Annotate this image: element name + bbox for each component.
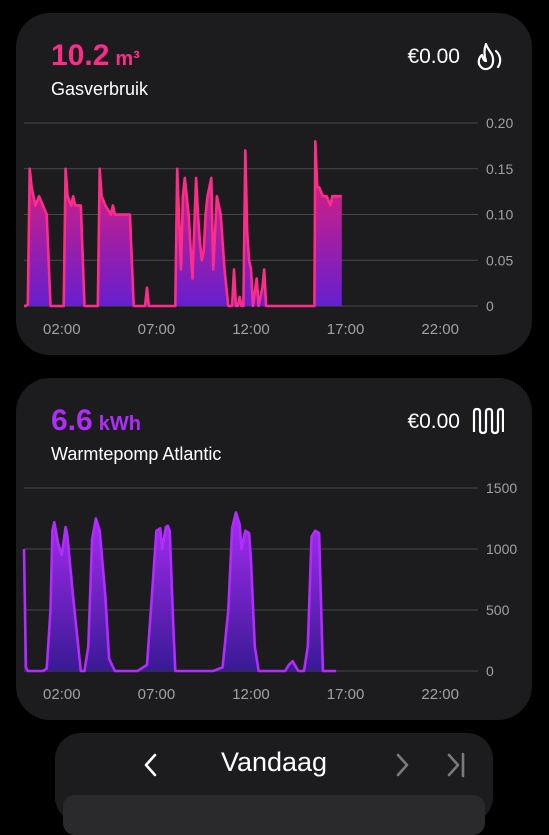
y-tick-label: 0: [486, 663, 494, 679]
y-tick-label: 1500: [486, 480, 517, 496]
gas-chart: 0.20 0.15 0.10 0.05 0 02:00 07:00 12:00 17:00 22:…: [24, 115, 513, 338]
skip-to-end-icon[interactable]: [441, 747, 473, 783]
x-tick-label: 12:00: [232, 686, 270, 703]
heatpump-usage-card[interactable]: 6.6 kWh Warmtepomp Atlantic €0.00 1500 100…: [16, 378, 532, 720]
x-tick-label: 22:00: [421, 321, 459, 338]
x-tick-label: 02:00: [43, 686, 81, 703]
y-tick-label: 0: [486, 298, 494, 314]
y-tick-label: 0.20: [486, 115, 513, 131]
y-tick-label: 500: [486, 602, 510, 618]
y-tick-label: 0.05: [486, 252, 513, 268]
x-tick-label: 07:00: [138, 321, 176, 338]
x-tick-label: 22:00: [421, 686, 459, 703]
y-tick-label: 1000: [486, 541, 517, 557]
date-panel: [63, 795, 485, 835]
x-tick-label: 17:00: [327, 321, 365, 338]
x-tick-label: 07:00: [138, 686, 176, 703]
series-area: [24, 512, 337, 671]
y-tick-label: 0.15: [486, 161, 513, 177]
y-tick-label: 0.10: [486, 207, 513, 223]
date-title: Vandaag: [220, 747, 328, 777]
gas-usage-card[interactable]: 10.2 m³ Gasverbruik €0.00 0.20 0.15 0.10 0.0…: [16, 13, 532, 355]
x-tick-label: 17:00: [327, 686, 365, 703]
heatpump-chart: 1500 1000 500 0 02:00 07:00 12:00 17:00 22:00: [22, 480, 517, 703]
x-tick-label: 02:00: [43, 321, 81, 338]
chevron-right-icon[interactable]: [386, 747, 418, 783]
x-tick-label: 12:00: [232, 321, 270, 338]
date-navigation: Vandaag: [55, 733, 493, 835]
